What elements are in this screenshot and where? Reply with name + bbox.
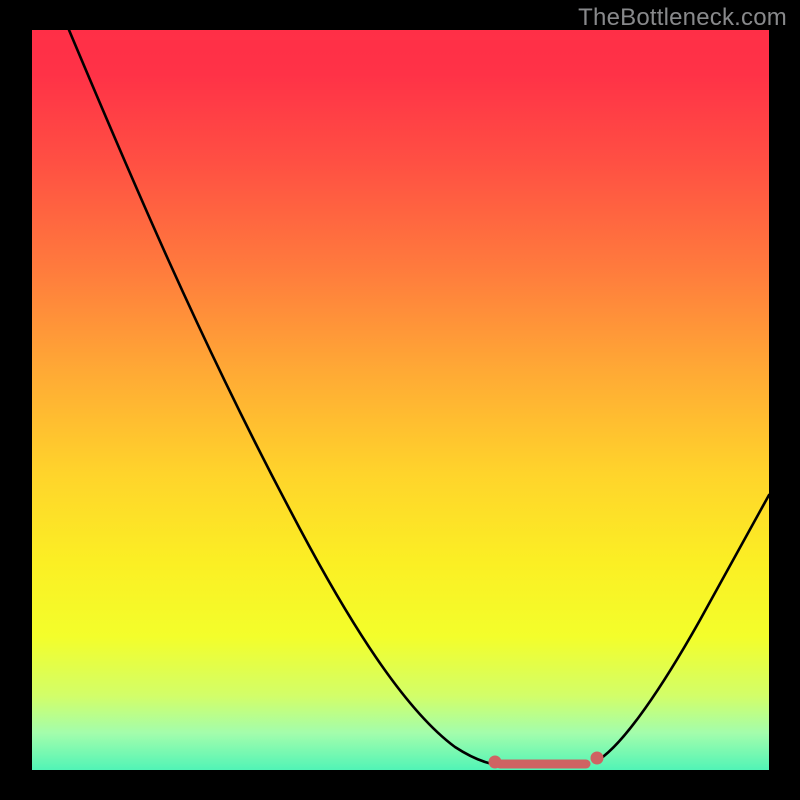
- chart-svg: [0, 0, 800, 800]
- watermark-text: TheBottleneck.com: [578, 4, 787, 32]
- optimal-band-marker: [489, 752, 604, 769]
- optimal-band-end-dot: [591, 752, 604, 765]
- optimal-band-start-dot: [489, 756, 502, 769]
- bottleneck-curve-left: [69, 30, 510, 766]
- chart-frame: TheBottleneck.com: [0, 0, 800, 800]
- bottleneck-curve-right: [595, 495, 769, 762]
